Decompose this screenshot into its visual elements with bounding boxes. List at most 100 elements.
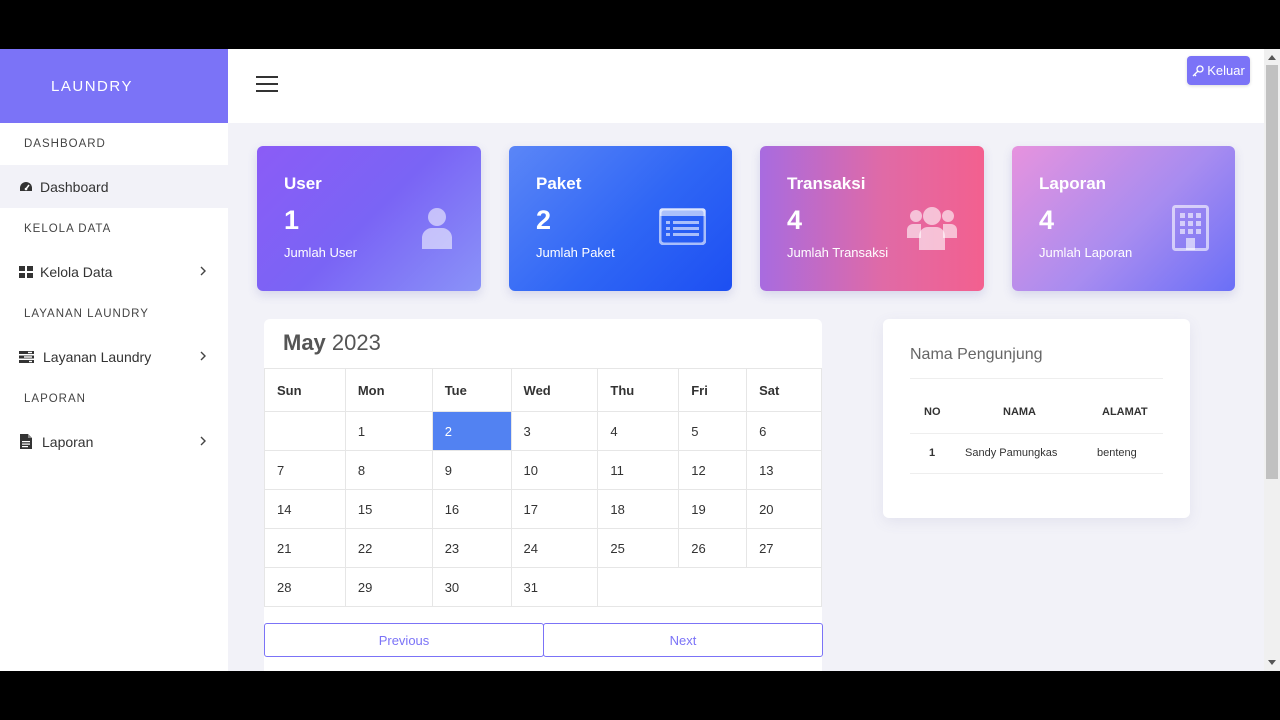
weekday-header: Thu [597,368,680,412]
calendar-day[interactable]: 14 [264,489,346,529]
page-scrollbar[interactable] [1264,49,1280,671]
calendar-day[interactable]: 7 [264,450,346,490]
logout-label: Keluar [1207,63,1245,78]
calendar-day[interactable]: 27 [746,528,822,568]
calendar-day[interactable]: 23 [431,528,512,568]
calendar-day[interactable]: 8 [344,450,433,490]
calendar-year: 2023 [331,330,381,355]
logout-button[interactable]: Keluar [1187,56,1250,85]
calendar-day[interactable]: 18 [597,489,680,529]
calendar-day[interactable]: 19 [678,489,748,529]
calendar-widget: May 2023 Sun Mon Tue Wed Thu Fri Sat 1 2… [264,319,823,671]
calendar-title: May 2023 [283,330,381,356]
divider [910,433,1163,434]
card-title: Transaksi [787,174,866,193]
calendar-day-today[interactable]: 2 [431,411,512,451]
stat-card-user[interactable]: User 1 Jumlah User [257,146,481,291]
calendar-day[interactable]: 26 [678,528,748,568]
sidebar-item-label: Dashboard [40,178,109,195]
scroll-up-icon[interactable] [1268,55,1276,60]
tachometer-icon [18,179,34,195]
calendar-day[interactable]: 20 [746,489,822,529]
next-month-button[interactable]: Next [543,623,823,657]
sidebar-item-laporan[interactable]: Laporan [0,420,228,463]
card-subtitle: Jumlah User [284,245,357,260]
stat-card-transaksi[interactable]: Transaksi 4 Jumlah Transaksi [760,146,984,291]
column-header-no: NO [924,406,941,418]
stat-card-laporan[interactable]: Laporan 4 Jumlah Laporan [1012,146,1235,291]
user-icon [422,208,452,249]
calendar-day[interactable]: 24 [510,528,599,568]
file-icon [18,434,34,450]
card-value: 4 [787,205,803,235]
calendar-day[interactable]: 4 [597,411,680,451]
chevron-right-icon [200,436,206,446]
calendar-day[interactable]: 15 [344,489,433,529]
calendar-day[interactable]: 30 [431,567,512,607]
hamburger-icon[interactable] [256,76,278,94]
calendar-day[interactable]: 21 [264,528,346,568]
calendar-day[interactable]: 25 [597,528,680,568]
brand-logo[interactable]: LAUNDRY [0,49,228,123]
weekday-header: Sun [264,368,346,412]
section-heading-dashboard: DASHBOARD [24,138,106,150]
calendar-day[interactable]: 12 [678,450,748,490]
card-value: 1 [284,205,300,235]
card-subtitle: Jumlah Laporan [1039,245,1133,260]
calendar-day[interactable]: 9 [431,450,512,490]
previous-month-button[interactable]: Previous [264,623,544,657]
row-address: benteng [1097,447,1137,459]
card-title: Laporan [1039,174,1107,193]
list-card-icon [659,208,706,245]
visitor-table-card: Nama Pengunjung NO NAMA ALAMAT 1 Sandy P… [883,319,1190,518]
row-number: 1 [929,447,936,459]
section-heading-laporan: LAPORAN [24,393,86,405]
sidebar-item-layanan-laundry[interactable]: Layanan Laundry [0,335,228,378]
scroll-thumb[interactable] [1266,65,1278,479]
sidebar-item-dashboard[interactable]: Dashboard [0,165,228,208]
sidebar-item-label: Layanan Laundry [43,348,152,365]
tasks-icon [18,349,34,365]
calendar-grid: Sun Mon Tue Wed Thu Fri Sat 1 2 3 4 5 6 … [264,368,822,607]
calendar-day[interactable]: 11 [597,450,680,490]
calendar-day[interactable]: 5 [678,411,748,451]
calendar-day[interactable]: 28 [264,567,346,607]
card-value: 4 [1039,205,1055,235]
calendar-day[interactable]: 29 [344,567,433,607]
app-viewport: LAUNDRY DASHBOARD Dashboard KELOLA DATA … [0,49,1280,671]
weekday-header: Wed [510,368,599,412]
card-title: User [284,174,322,193]
calendar-day[interactable]: 3 [510,411,599,451]
sidebar-item-label: Laporan [42,433,94,450]
calendar-day[interactable]: 6 [746,411,822,451]
calendar-empty-cell [597,567,822,607]
calendar-month: May [283,330,326,355]
calendar-day[interactable]: 10 [510,450,599,490]
calendar-day[interactable]: 31 [510,567,599,607]
chevron-right-icon [200,351,206,361]
weekday-header: Tue [431,368,512,412]
key-icon [1192,64,1204,76]
calendar-day[interactable]: 13 [746,450,822,490]
weekday-header: Mon [344,368,433,412]
grid-icon [18,264,34,280]
column-header-alamat: ALAMAT [1102,406,1148,418]
row-name: Sandy Pamungkas [965,447,1058,459]
card-subtitle: Jumlah Transaksi [787,245,889,260]
building-icon [1172,205,1209,251]
topbar: Keluar [228,49,1264,123]
calendar-day[interactable]: 16 [431,489,512,529]
sidebar-item-kelola-data[interactable]: Kelola Data [0,250,228,293]
calendar-empty-cell [264,411,346,451]
weekday-header: Fri [678,368,748,412]
section-heading-kelola-data: KELOLA DATA [24,223,112,235]
section-heading-layanan-laundry: LAYANAN LAUNDRY [24,308,149,320]
scroll-down-icon[interactable] [1268,660,1276,665]
chevron-right-icon [200,266,206,276]
divider [910,473,1163,474]
calendar-day[interactable]: 17 [510,489,599,529]
stat-card-paket[interactable]: Paket 2 Jumlah Paket [509,146,732,291]
calendar-day[interactable]: 1 [344,411,433,451]
calendar-day[interactable]: 22 [344,528,433,568]
sidebar-item-label: Kelola Data [40,263,113,280]
